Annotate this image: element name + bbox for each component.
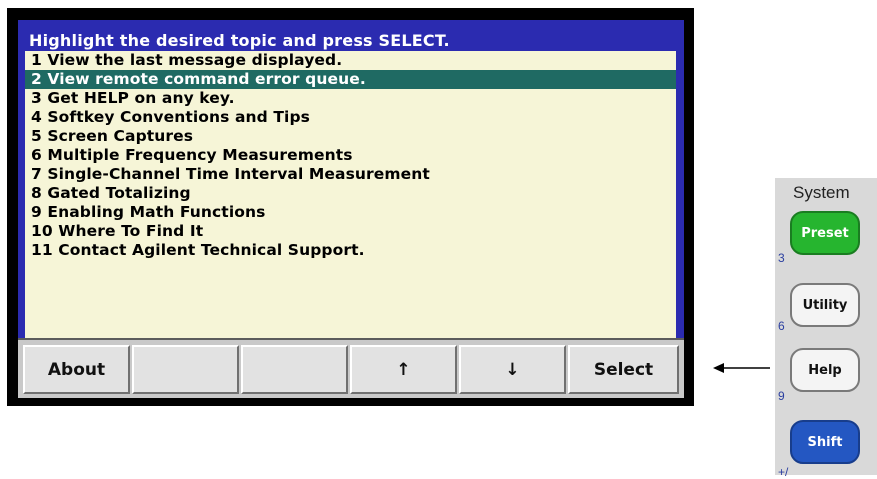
topic-item-8[interactable]: 8 Gated Totalizing <box>25 184 676 203</box>
utility-button[interactable]: Utility <box>790 283 860 327</box>
utility-key-number: 6 <box>778 319 785 333</box>
topic-item-3[interactable]: 3 Get HELP on any key. <box>25 89 676 108</box>
preset-key-number: 3 <box>778 251 785 265</box>
softkey-bar: About ↑ ↓ Select <box>18 338 684 398</box>
about-softkey[interactable]: About <box>23 345 130 394</box>
topic-item-1[interactable]: 1 View the last message displayed. <box>25 51 676 70</box>
blank-softkey-3[interactable] <box>241 345 348 394</box>
shift-button[interactable]: Shift <box>790 420 860 464</box>
topic-item-4[interactable]: 4 Softkey Conventions and Tips <box>25 108 676 127</box>
blank-softkey-2[interactable] <box>132 345 239 394</box>
system-key-panel: System Preset 3 Utility 6 Help 9 Shift +… <box>775 178 877 479</box>
left-arrow-icon <box>713 363 770 373</box>
screen-title: Highlight the desired topic and press SE… <box>29 31 450 50</box>
topic-item-5[interactable]: 5 Screen Captures <box>25 127 676 146</box>
select-softkey[interactable]: Select <box>568 345 679 394</box>
topic-item-9[interactable]: 9 Enabling Math Functions <box>25 203 676 222</box>
help-key-number: 9 <box>778 389 785 403</box>
topic-item-10[interactable]: 10 Where To Find It <box>25 222 676 241</box>
topic-item-7[interactable]: 7 Single-Channel Time Interval Measureme… <box>25 165 676 184</box>
down-arrow-softkey[interactable]: ↓ <box>459 345 566 394</box>
help-topic-list: 1 View the last message displayed. 2 Vie… <box>25 51 676 341</box>
topic-item-2-selected[interactable]: 2 View remote command error queue. <box>25 70 676 89</box>
panel-title: System <box>793 183 850 202</box>
topic-item-11[interactable]: 11 Contact Agilent Technical Support. <box>25 241 676 260</box>
up-arrow-softkey[interactable]: ↑ <box>350 345 457 394</box>
topic-item-6[interactable]: 6 Multiple Frequency Measurements <box>25 146 676 165</box>
help-screen: Highlight the desired topic and press SE… <box>18 20 684 398</box>
help-button[interactable]: Help <box>790 348 860 392</box>
preset-button[interactable]: Preset <box>790 211 860 255</box>
shift-key-number: +/ <box>778 465 789 479</box>
